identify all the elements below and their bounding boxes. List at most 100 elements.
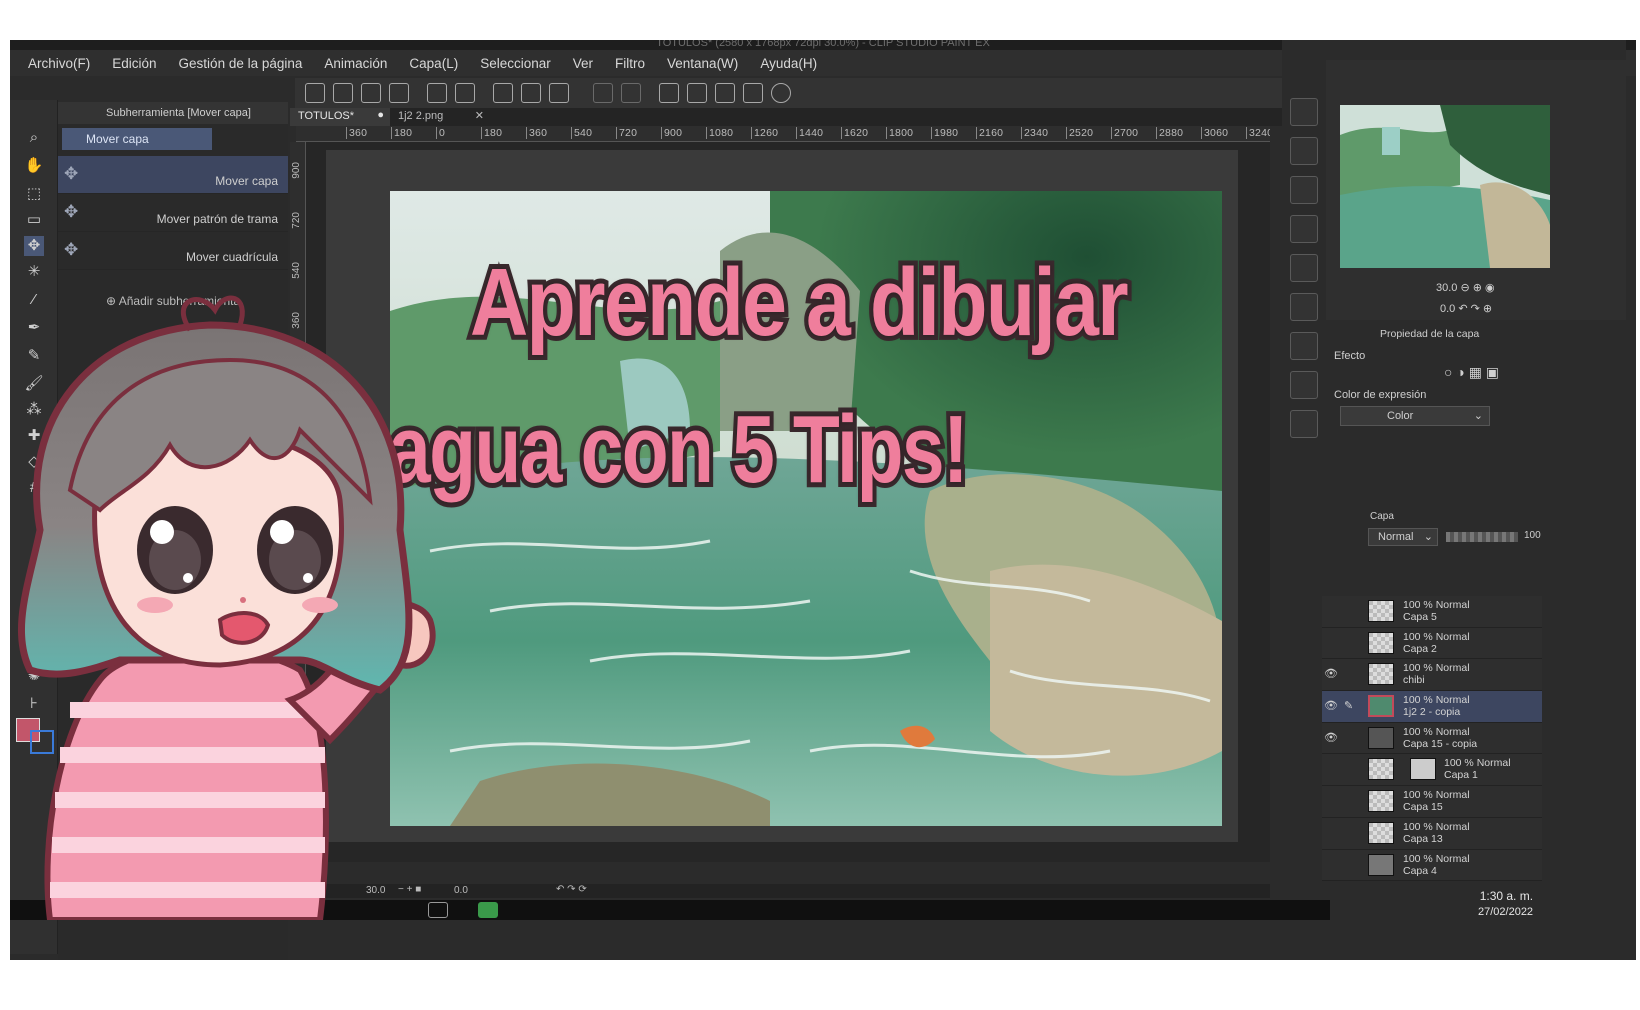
ruler-tick-label: 3240 (1246, 127, 1270, 139)
layer-thumbnail (1368, 853, 1394, 876)
navigator-zoom[interactable]: 30.0 (1436, 282, 1457, 294)
hand-tool-icon[interactable]: ✋ (24, 156, 44, 176)
navigator-thumbnail[interactable] (1340, 105, 1550, 268)
app-taskbar-icon[interactable] (478, 902, 498, 918)
material-icon[interactable] (1290, 176, 1318, 204)
layer-row[interactable]: 100 % Normal Capa 5 (1322, 596, 1542, 628)
layer-row[interactable]: 👁 100 % Normal Capa 15 - copia (1322, 722, 1542, 755)
menu-edicion[interactable]: Edición (112, 56, 156, 71)
taskbar-clock[interactable]: 1:30 a. m. 27/02/2022 (1478, 888, 1533, 920)
ruler-tick-label: 180 (391, 127, 412, 139)
layer-row-selected[interactable]: 👁 ✎ 100 % Normal 1j2 2 - copia (1322, 691, 1542, 723)
subtool-mover-patron[interactable]: ✥ Mover patrón de trama (58, 194, 288, 232)
ruler-tick-label: 360 (526, 127, 547, 139)
ruler-tick-label: 900 (661, 127, 682, 139)
menu-capa[interactable]: Capa(L) (409, 56, 458, 71)
ruler-snap-icon[interactable] (593, 83, 613, 103)
layer-property-title[interactable]: Propiedad de la capa (1380, 328, 1479, 340)
undo-icon[interactable] (427, 83, 447, 103)
transform-icon[interactable] (549, 83, 569, 103)
fill-icon[interactable] (521, 83, 541, 103)
close-icon[interactable]: ✕ (475, 109, 484, 122)
download-icon[interactable] (1290, 215, 1318, 243)
layer-name: 1j2 2 - copia (1403, 706, 1461, 719)
menu-animacion[interactable]: Animación (324, 56, 387, 71)
rotate-buttons-icon[interactable]: ↶ ↷ ⊕ (1458, 303, 1492, 315)
ruler-tick-label: 0 (436, 127, 445, 139)
open-folder-icon[interactable] (361, 83, 381, 103)
tab-totulos[interactable]: TOTULOS* ● (290, 108, 390, 126)
ruler-tick-label: 1980 (931, 127, 958, 139)
selection-icon[interactable] (493, 83, 513, 103)
zoom-buttons-icon[interactable]: ⊖ ⊕ ◉ (1460, 282, 1494, 294)
object-tool-icon[interactable]: ⬚ (24, 184, 44, 204)
rotate-controls[interactable]: ↶ ↷ ⟳ (556, 884, 587, 895)
menu-ventana[interactable]: Ventana(W) (667, 56, 738, 71)
ruler-tick-label: 2520 (1066, 127, 1093, 139)
help-icon[interactable] (771, 83, 791, 103)
save-icon[interactable] (389, 83, 409, 103)
subtool-group-tab[interactable]: Mover capa (62, 128, 212, 150)
blend-mode-select[interactable]: Normal ⌄ (1368, 528, 1438, 546)
clock-date: 27/02/2022 (1478, 906, 1534, 918)
subtool-mover-capa[interactable]: ✥ Mover capa (58, 156, 288, 194)
layer-mode: 100 % Normal (1403, 630, 1470, 643)
ruler-tick-label: 2340 (1021, 127, 1048, 139)
vruler-tick-label: 540 (291, 262, 302, 279)
navigator-angle[interactable]: 0.0 (1440, 303, 1455, 315)
zoom-tool-icon[interactable]: ⌕ (24, 128, 44, 148)
layer-row[interactable]: 100 % Normal Capa 4 (1322, 849, 1542, 882)
menu-seleccionar[interactable]: Seleccionar (480, 56, 551, 71)
layer-row[interactable]: 100 % Normal Capa 15 (1322, 786, 1542, 818)
menu-ayuda[interactable]: Ayuda(H) (760, 56, 817, 71)
move-tool-icon[interactable]: ✥ (24, 236, 44, 256)
subtool-mover-cuadricula[interactable]: ✥ Mover cuadrícula (58, 232, 288, 270)
opacity-slider[interactable] (1446, 532, 1518, 542)
device-icon[interactable] (743, 83, 763, 103)
layer-panel-title[interactable]: Capa (1370, 511, 1394, 522)
eye-icon[interactable]: 👁 (1324, 699, 1338, 712)
panel-icon-strip (1284, 98, 1324, 488)
layer-name: Capa 15 (1403, 801, 1443, 814)
eye-icon[interactable]: 👁 (1324, 731, 1338, 744)
grid-snap-icon[interactable] (621, 83, 641, 103)
download-icon[interactable] (1290, 293, 1318, 321)
layer-row[interactable]: 100 % Normal Capa 1 (1322, 754, 1542, 787)
stabilizer-icon[interactable] (715, 83, 735, 103)
tab-1j2[interactable]: 1j2 2.png ✕ (390, 108, 490, 126)
expression-color-select[interactable]: Color ⌄ (1340, 406, 1490, 426)
menu-ver[interactable]: Ver (573, 56, 593, 71)
figure-icon[interactable] (1290, 254, 1318, 282)
layer-row[interactable]: 100 % Normal Capa 13 (1322, 817, 1542, 850)
folder-icon[interactable] (1290, 410, 1318, 438)
ruler-tick-label: 1260 (751, 127, 778, 139)
selection-tool-icon[interactable]: ▭ (24, 210, 44, 230)
brush-settings-icon[interactable] (687, 83, 707, 103)
import-icon[interactable] (1290, 137, 1318, 165)
pen-settings-icon[interactable] (659, 83, 679, 103)
magic-wand-icon[interactable]: ✳ (24, 262, 44, 282)
folder-icon[interactable] (1290, 332, 1318, 360)
move-icon: ✥ (64, 164, 79, 183)
menu-gestion-pagina[interactable]: Gestión de la página (179, 56, 303, 71)
layer-row[interactable]: 👁 100 % Normal chibi (1322, 659, 1542, 692)
effect-buttons[interactable]: ○ ◑ ▦ ▣ (1444, 364, 1499, 381)
figure-icon[interactable] (1290, 371, 1318, 399)
eye-icon[interactable]: 👁 (1324, 667, 1338, 680)
menu-filtro[interactable]: Filtro (615, 56, 645, 71)
ruler-tick-label: 540 (571, 127, 592, 139)
command-bar (295, 78, 1295, 108)
subtool-header: Subherramienta [Mover capa] (58, 102, 288, 124)
clip-studio-icon[interactable] (305, 83, 325, 103)
ruler-tick-label: 720 (616, 127, 637, 139)
new-file-icon[interactable] (333, 83, 353, 103)
redo-icon[interactable] (455, 83, 475, 103)
menu-archivo[interactable]: Archivo(F) (28, 56, 90, 71)
navigator-icon[interactable] (1290, 98, 1318, 126)
ruler-tick-label: 2880 (1156, 127, 1183, 139)
opacity-value[interactable]: 100 (1524, 530, 1541, 541)
ruler-tick-label: 2160 (976, 127, 1003, 139)
tab-label: TOTULOS* (298, 110, 355, 122)
layer-row[interactable]: 100 % Normal Capa 2 (1322, 627, 1542, 660)
chibi-girl-image (17, 295, 436, 923)
